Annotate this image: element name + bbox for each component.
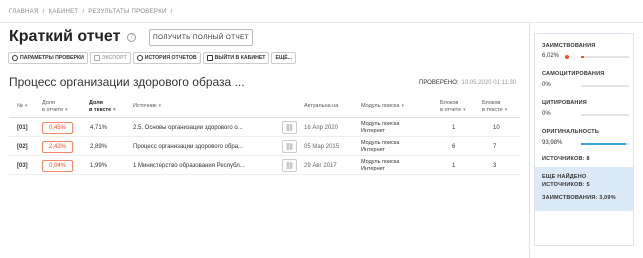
help-icon[interactable]: ? <box>127 33 136 42</box>
table-row[interactable]: [01] 0,45% 4,71% 2.5. Основы организации… <box>9 118 520 137</box>
link-icon[interactable]: ⛓ <box>282 140 297 153</box>
breadcrumb-separator: / <box>170 9 173 15</box>
cite-value: 0% <box>542 111 551 117</box>
export-icon <box>93 55 100 61</box>
share-text-cell: 4,71% <box>90 124 108 131</box>
info-icon <box>12 55 18 61</box>
exit-label: ВЫЙТИ В КАБИНЕТ <box>214 55 266 61</box>
share-report-badge[interactable]: 0,04% <box>42 159 73 172</box>
table-row[interactable]: [03] 0,04% 1,99% 1 Министерство образова… <box>9 156 520 175</box>
blocks-report-cell: 6 <box>452 143 456 150</box>
originality-bar-fill <box>581 143 627 145</box>
exit-icon <box>206 55 213 61</box>
table-header: № ▾ Доля в отчете ▾ Доля в тексте ▾ Источник ▾… <box>9 97 520 118</box>
breadcrumb-separator: / <box>42 9 45 15</box>
blocks-report-cell: 1 <box>452 162 456 169</box>
params-button[interactable]: ПАРАМЕТРЫ ПРОВЕРКИ <box>8 52 88 64</box>
found-label-1: ЕЩЕ НАЙДЕНО <box>542 174 587 180</box>
blocks-text-cell: 3 <box>493 162 497 169</box>
checked-info: ПРОВЕРЕНО: 10.05.2020 01:11:30 <box>419 80 516 86</box>
link-icon[interactable]: ⛓ <box>282 159 297 172</box>
share-report-cell: 0,45% <box>42 118 73 137</box>
source-cell[interactable]: 1 Министерство образования Республ... <box>133 156 245 175</box>
toolbar: ПАРАМЕТРЫ ПРОВЕРКИ ЭКСПОРТ ИСТОРИЯ ОТЧЕТ… <box>8 52 297 64</box>
source-cell[interactable]: 2.5. Основы организации здорового о... <box>133 118 243 137</box>
breadcrumb-cabinet[interactable]: КАБИНЕТ <box>49 9 79 15</box>
checked-label: ПРОВЕРЕНО: <box>419 80 459 86</box>
col-source[interactable]: Источник ▾ <box>133 103 161 110</box>
breadcrumb-separator: / <box>82 9 85 15</box>
row-number: [01] <box>17 124 28 131</box>
share-report-cell: 2,43% <box>42 137 73 156</box>
borrow-bar-fill <box>581 56 584 58</box>
borrow-dot <box>565 55 569 59</box>
share-report-badge[interactable]: 2,43% <box>42 140 73 153</box>
blocks-text-cell: 7 <box>493 143 497 150</box>
share-text-cell: 1,99% <box>90 162 108 169</box>
selfcite-value: 0% <box>542 82 551 88</box>
originality-bar <box>581 143 629 145</box>
selfcite-label: САМОЦИТИРОВАНИЯ <box>542 71 605 77</box>
selfcite-bar <box>581 85 629 87</box>
history-button[interactable]: ИСТОРИЯ ОТЧЕТОВ <box>132 52 201 64</box>
page-title: Краткий отчет <box>9 28 121 45</box>
borrow-label: ЗАИМСТВОВАНИЯ <box>542 43 596 49</box>
sources-count: ИСТОЧНИКОВ: 8 <box>542 156 590 162</box>
module-cell: Модуль поиска Интернет <box>361 158 400 172</box>
blocks-text-cell: 10 <box>493 124 500 131</box>
date-cell: 05 Мар 2015 <box>304 143 340 150</box>
params-label: ПАРАМЕТРЫ ПРОВЕРКИ <box>20 55 84 61</box>
more-button[interactable]: ЕЩЁ... <box>271 52 297 64</box>
link-icon[interactable]: ⛓ <box>282 121 297 134</box>
found-sources: ИСТОЧНИКОВ: 5 <box>542 182 590 188</box>
col-share-report[interactable]: Доля в отчете ▾ <box>42 100 68 113</box>
summary-panel: ЗАИМСТВОВАНИЯ 6,02% САМОЦИТИРОВАНИЯ 0% Ц… <box>534 33 634 246</box>
export-label: ЭКСПОРТ <box>101 55 127 61</box>
more-found-box[interactable]: ЕЩЕ НАЙДЕНО ИСТОЧНИКОВ: 5 ЗАИМСТВОВАНИЯ:… <box>535 167 633 211</box>
breadcrumb-home[interactable]: ГЛАВНАЯ <box>9 9 39 15</box>
breadcrumb-results[interactable]: РЕЗУЛЬТАТЫ ПРОВЕРКИ <box>88 9 166 15</box>
source-link-cell: ⛓ <box>282 118 297 137</box>
col-share-text[interactable]: Доля в тексте ▾ <box>89 100 116 113</box>
found-borrow: ЗАИМСТВОВАНИЯ: 3,09% <box>542 195 616 201</box>
history-label: ИСТОРИЯ ОТЧЕТОВ <box>144 55 197 61</box>
col-num[interactable]: № ▾ <box>17 103 27 110</box>
col-module[interactable]: Модуль поиска ▾ <box>361 103 404 110</box>
document-title: Процесс организации здорового образа ... <box>9 75 245 89</box>
full-report-button[interactable]: ПОЛУЧИТЬ ПОЛНЫЙ ОТЧЕТ <box>149 29 253 46</box>
borrow-bar <box>581 56 629 58</box>
table-row[interactable]: [02] 2,43% 2,89% Процесс организации здо… <box>9 137 520 156</box>
originality-label: ОРИГИНАЛЬНОСТЬ <box>542 129 599 135</box>
col-blocks-text[interactable]: Блоков в тексте ▾ <box>482 100 507 113</box>
originality-value: 93,98% <box>542 140 563 146</box>
source-link-cell: ⛓ <box>282 156 297 175</box>
module-cell: Модуль поиска Интернет <box>361 139 400 153</box>
row-number: [03] <box>17 162 28 169</box>
panel-divider <box>529 23 530 258</box>
date-cell: 16 Апр 2020 <box>304 124 338 131</box>
date-cell: 29 Авг 2017 <box>304 162 337 169</box>
share-report-cell: 0,04% <box>42 156 73 175</box>
borrow-value: 6,02% <box>542 53 560 59</box>
blocks-report-cell: 1 <box>452 124 456 131</box>
share-report-badge[interactable]: 0,45% <box>42 121 73 134</box>
share-text-cell: 2,89% <box>90 143 108 150</box>
breadcrumb: ГЛАВНАЯ / КАБИНЕТ / РЕЗУЛЬТАТЫ ПРОВЕРКИ … <box>9 9 175 15</box>
exit-cabinet-button[interactable]: ВЫЙТИ В КАБИНЕТ <box>202 52 270 64</box>
cite-bar <box>581 114 629 116</box>
source-cell[interactable]: Процесс организации здорового обра... <box>133 137 243 156</box>
col-actual[interactable]: Актуальна на <box>304 103 338 110</box>
module-cell: Модуль поиска Интернет <box>361 120 400 134</box>
row-number: [02] <box>17 143 28 150</box>
cite-label: ЦИТИРОВАНИЯ <box>542 100 587 106</box>
source-link-cell: ⛓ <box>282 137 297 156</box>
checked-date: 10.05.2020 01:11:30 <box>461 80 517 86</box>
export-button[interactable]: ЭКСПОРТ <box>89 52 131 64</box>
col-blocks-report[interactable]: Блоков в отчете ▾ <box>440 100 466 113</box>
history-icon <box>136 55 143 61</box>
